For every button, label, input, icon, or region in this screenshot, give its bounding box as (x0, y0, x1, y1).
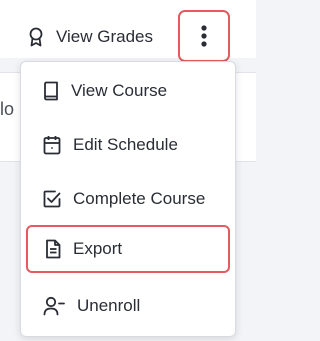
user-minus-icon (43, 296, 65, 316)
menu-item-view-course[interactable]: View Course (21, 71, 235, 111)
menu-item-label: View Course (71, 81, 168, 100)
book-icon (43, 81, 59, 101)
background-partial-text: lo (0, 99, 15, 119)
view-grades-label: View Grades (56, 27, 154, 46)
course-options-menu: View Course Edit Schedule Complete Cours… (20, 61, 236, 337)
menu-item-label: Export (73, 239, 123, 258)
menu-item-export[interactable]: Export (26, 225, 230, 273)
menu-item-label: Complete Course (73, 189, 206, 208)
view-grades-link[interactable]: View Grades (28, 22, 153, 52)
award-ribbon-icon (28, 27, 44, 47)
vertical-ellipsis-icon (201, 25, 207, 47)
checkbox-icon (43, 190, 61, 208)
menu-item-label: Unenroll (77, 296, 141, 315)
file-text-icon (45, 239, 61, 259)
menu-item-edit-schedule[interactable]: Edit Schedule (21, 125, 235, 165)
more-options-button[interactable] (178, 10, 230, 62)
calendar-icon (43, 135, 61, 155)
menu-item-unenroll[interactable]: Unenroll (21, 286, 235, 326)
menu-item-label: Edit Schedule (73, 135, 178, 154)
menu-item-complete-course[interactable]: Complete Course (21, 179, 235, 219)
